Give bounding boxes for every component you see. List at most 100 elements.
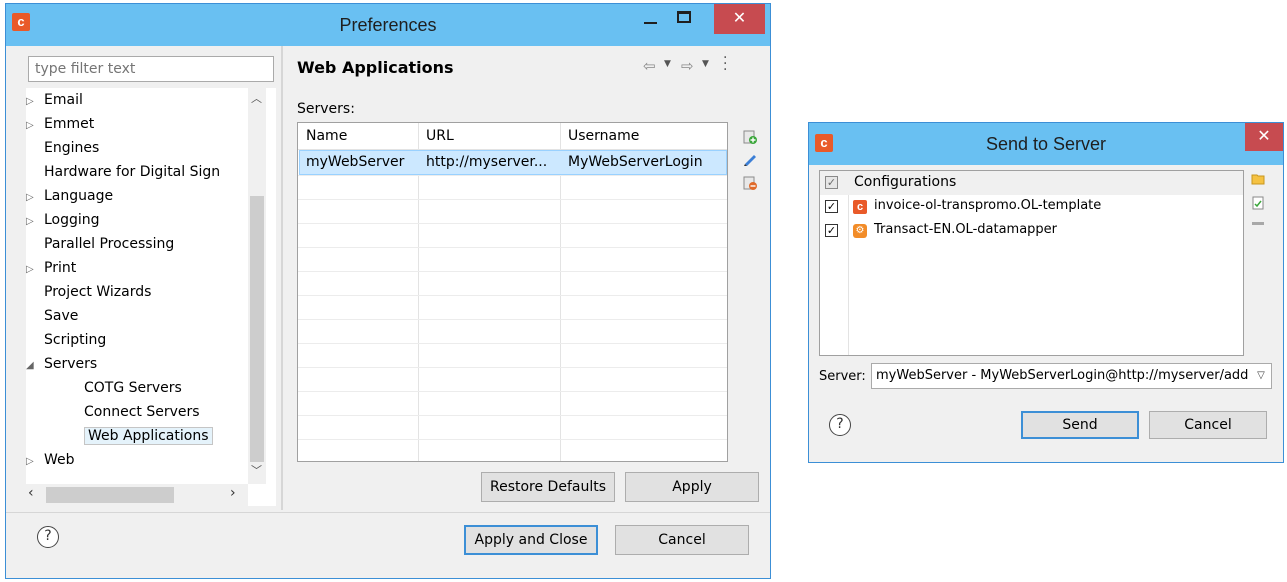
tree-item[interactable]: Engines (26, 136, 99, 160)
row-divider (298, 247, 727, 248)
tree-item[interactable]: COTG Servers (66, 376, 182, 400)
help-icon[interactable]: ? (829, 414, 851, 436)
forward-menu-icon[interactable]: ▼ (702, 59, 709, 69)
tree-item[interactable]: Save (26, 304, 78, 328)
tree-item-label: Logging (44, 212, 100, 228)
tree-item-label: Scripting (44, 332, 107, 348)
list-header-title: Configurations (854, 174, 957, 190)
row-divider (298, 295, 727, 296)
scroll-up-icon[interactable]: ︿ (251, 90, 262, 106)
tree-item-label: Language (44, 188, 114, 204)
send-cancel-button[interactable]: Cancel (1149, 411, 1267, 439)
tree-item[interactable]: ▷ Email (26, 88, 83, 112)
item-checkbox[interactable]: ✓ (825, 200, 838, 213)
servers-label: Servers: (297, 101, 355, 117)
forward-icon[interactable]: ⇨ (681, 57, 694, 75)
back-menu-icon[interactable]: ▼ (664, 59, 671, 69)
expand-arrow-icon[interactable]: ▷ (26, 114, 44, 138)
expand-arrow-icon[interactable]: ▷ (26, 450, 44, 474)
maximize-button[interactable] (670, 4, 700, 33)
expand-arrow-icon[interactable]: ▷ (26, 210, 44, 234)
scroll-right-icon[interactable]: › (230, 485, 236, 501)
send-close-button[interactable]: ✕ (1245, 123, 1283, 151)
expand-arrow-icon[interactable]: ▷ (26, 90, 44, 114)
tree-item[interactable]: ▷ Web (26, 448, 75, 472)
add-server-icon[interactable] (743, 130, 757, 144)
tree-item[interactable]: Web Applications (66, 424, 213, 448)
scroll-down-icon[interactable]: ﹀ (251, 462, 262, 478)
tree-item[interactable]: ▷ Language (26, 184, 113, 208)
row-divider (298, 415, 727, 416)
cell-name: myWebServer (306, 154, 405, 170)
list-item[interactable]: ✓ ⚙ Transact-EN.OL-datamapper (820, 219, 1243, 243)
open-folder-icon[interactable] (1251, 173, 1265, 185)
row-divider (298, 391, 727, 392)
tree-item-label: Project Wizards (44, 284, 152, 300)
table-row[interactable]: myWebServer http://myserver... MyWebServ… (299, 150, 727, 175)
minimize-button[interactable] (636, 4, 666, 33)
scroll-left-icon[interactable]: ‹ (28, 485, 34, 501)
tree-hscrollbar[interactable]: ‹ › (26, 484, 248, 506)
remove-item-icon[interactable] (1252, 222, 1264, 225)
column-header-url[interactable]: URL (426, 128, 454, 144)
close-icon: ✕ (1257, 126, 1271, 145)
list-item[interactable]: ✓ c invoice-ol-transpromo.OL-template (820, 195, 1243, 219)
item-checkbox[interactable]: ✓ (825, 224, 838, 237)
page-header: Web Applications ⇦ ▼ ⇨ ▼ · · · (283, 46, 770, 90)
cancel-button[interactable]: Cancel (615, 525, 749, 555)
tree-item[interactable]: Hardware for Digital Sign (26, 160, 220, 184)
tree-item[interactable]: ▷ Print (26, 256, 76, 280)
close-icon: ✕ (732, 8, 747, 27)
cell-username: MyWebServerLogin (568, 154, 703, 170)
expand-arrow-icon[interactable]: ▷ (26, 258, 44, 282)
tree-item[interactable]: Scripting (26, 328, 106, 352)
tree-item-label: Web Applications (84, 427, 213, 445)
minimize-icon (644, 22, 657, 24)
row-divider (298, 223, 727, 224)
filter-input[interactable] (28, 56, 274, 82)
tree-item-label: Engines (44, 140, 100, 156)
tree-item[interactable]: Project Wizards (26, 280, 151, 304)
tree-item[interactable]: ▷ Emmet (26, 112, 94, 136)
close-button[interactable]: ✕ (714, 4, 765, 34)
row-divider (298, 343, 727, 344)
expand-arrow-icon[interactable]: ▷ (26, 186, 44, 210)
restore-defaults-button[interactable]: Restore Defaults (481, 472, 615, 502)
chevron-down-icon[interactable]: ▽ (1251, 364, 1271, 388)
send-button[interactable]: Send (1021, 411, 1139, 439)
back-icon[interactable]: ⇦ (643, 57, 656, 75)
apply-and-close-button[interactable]: Apply and Close (464, 525, 598, 555)
edit-server-icon[interactable] (743, 152, 757, 166)
maximize-icon (677, 11, 691, 23)
add-file-icon[interactable] (1252, 196, 1264, 210)
column-header-username[interactable]: Username (568, 128, 639, 144)
select-all-checkbox[interactable]: ✓ (825, 176, 838, 189)
tree-item[interactable]: Parallel Processing (26, 232, 174, 256)
left-panel: ▷Email▷Emmet Engines Hardware for Digital … (10, 50, 280, 510)
expand-arrow-icon[interactable]: ◢ (26, 354, 44, 378)
item-label: invoice-ol-transpromo.OL-template (874, 198, 1102, 213)
page-title: Web Applications (297, 58, 454, 77)
tree-item-label: Parallel Processing (44, 236, 175, 252)
tree-item-label: Hardware for Digital Sign (44, 164, 221, 180)
row-divider (298, 319, 727, 320)
send-title: Send to Server (985, 134, 1107, 154)
view-menu-icon[interactable]: · · · (723, 51, 727, 77)
scroll-thumb[interactable] (250, 196, 264, 462)
column-header-name[interactable]: Name (306, 128, 347, 144)
tree-vscrollbar[interactable]: ︿ ﹀ (248, 88, 266, 484)
hscroll-thumb[interactable] (46, 487, 174, 503)
tree-item[interactable]: Connect Servers (66, 400, 200, 424)
configurations-list: ✓ Configurations ✓ c invoice-ol-transpro… (819, 170, 1244, 356)
tree-item-label: Save (44, 308, 79, 324)
help-icon[interactable]: ? (37, 526, 59, 548)
bottom-separator (6, 512, 770, 513)
tree-item[interactable]: ◢ Servers (26, 352, 97, 376)
remove-server-icon[interactable] (743, 176, 757, 190)
row-divider (298, 199, 727, 200)
tree-item[interactable]: ▷ Logging (26, 208, 100, 232)
server-select[interactable]: myWebServer - MyWebServerLogin@http://my… (871, 363, 1272, 389)
row-divider (298, 271, 727, 272)
send-to-server-window: c Send to Server ✕ ✓ Configurations ✓ c … (808, 122, 1284, 463)
apply-button[interactable]: Apply (625, 472, 759, 502)
